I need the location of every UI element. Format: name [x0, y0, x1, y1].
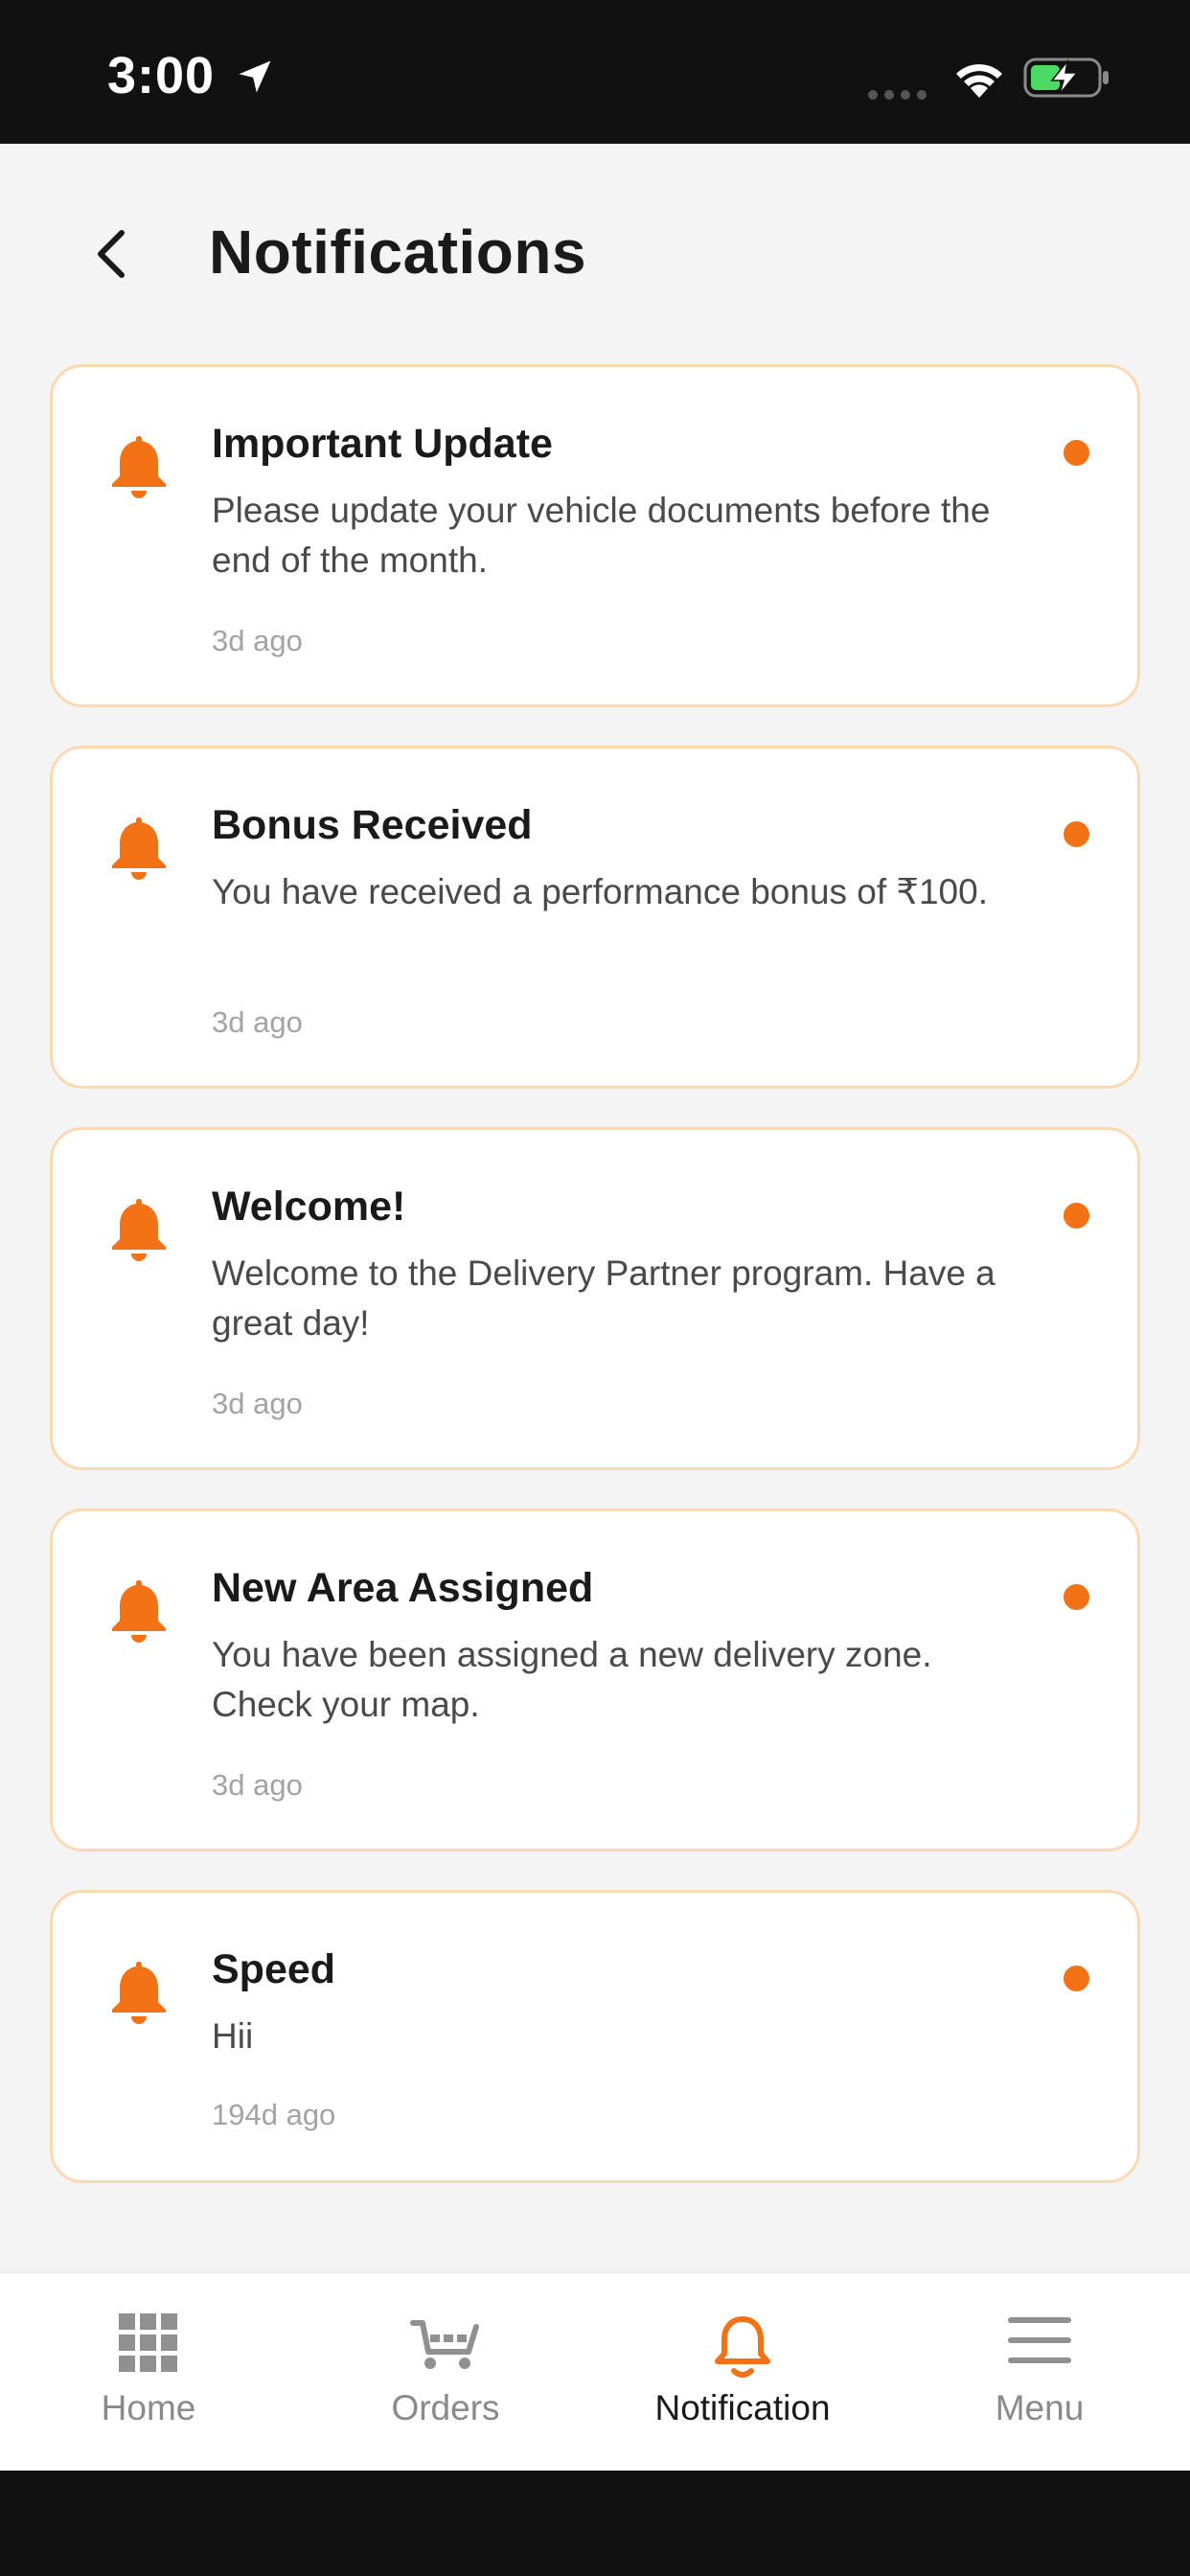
- chevron-left-icon: [98, 230, 125, 278]
- notification-card[interactable]: Speed Hii 194d ago: [50, 1890, 1140, 2183]
- nav-label: Orders: [391, 2388, 500, 2427]
- notification-title: Welcome!: [212, 1184, 406, 1230]
- page-title: Notifications: [209, 218, 587, 287]
- notification-time: 3d ago: [212, 1005, 303, 1039]
- battery-charging-icon: [1023, 56, 1111, 104]
- notification-time: 3d ago: [212, 624, 303, 657]
- status-time: 3:00: [107, 47, 216, 104]
- unread-dot: [1064, 1203, 1089, 1229]
- notification-card[interactable]: Important Update Please update your vehi…: [50, 364, 1140, 707]
- notification-card[interactable]: Welcome! Welcome to the Delivery Partner…: [50, 1127, 1140, 1470]
- notification-card[interactable]: Bonus Received You have received a perfo…: [50, 746, 1140, 1089]
- notification-message: Welcome to the Delivery Partner program.…: [212, 1254, 995, 1343]
- unread-dot: [1064, 1584, 1089, 1610]
- notification-title: New Area Assigned: [212, 1565, 594, 1611]
- bell-icon: [108, 814, 170, 881]
- notification-card[interactable]: New Area Assigned You have been assigned…: [50, 1508, 1140, 1852]
- nav-item-notification[interactable]: Notification: [594, 2273, 891, 2472]
- nav-label: Notification: [654, 2388, 831, 2427]
- notification-time: 3d ago: [212, 1387, 303, 1420]
- cart-icon: [409, 2313, 482, 2378]
- header: Notifications: [0, 144, 1190, 364]
- unread-dot: [1064, 1966, 1089, 1991]
- bell-icon: [108, 1195, 170, 1262]
- notification-message: Hii: [212, 2016, 254, 2056]
- notification-time: 194d ago: [212, 2098, 336, 2131]
- hamburger-menu-icon: [1008, 2313, 1071, 2372]
- notification-message: You have received a performance bonus of…: [212, 872, 988, 911]
- notifications-screen: Notifications Important Update Please up…: [0, 144, 1190, 2471]
- grid-icon: [119, 2313, 178, 2378]
- nav-label: Menu: [995, 2388, 1085, 2427]
- home-indicator-bar: [0, 2471, 1190, 2576]
- notification-message: You have been assigned a new delivery zo…: [212, 1635, 932, 1724]
- bottom-nav: Home Orders Notification Menu: [0, 2271, 1190, 2471]
- bell-icon: [713, 2313, 772, 2387]
- bell-icon: [108, 1958, 170, 2025]
- location-arrow-icon: [234, 56, 276, 103]
- notification-title: Bonus Received: [212, 802, 533, 848]
- bell-icon: [108, 1576, 170, 1644]
- notification-time: 3d ago: [212, 1768, 303, 1802]
- unread-dot: [1064, 440, 1089, 466]
- notification-title: Speed: [212, 1946, 336, 1992]
- nav-label: Home: [101, 2388, 196, 2427]
- status-bar: 3:00: [0, 0, 1190, 144]
- wifi-icon: [950, 56, 1008, 104]
- back-button[interactable]: [79, 220, 146, 288]
- unread-dot: [1064, 821, 1089, 847]
- nav-item-menu[interactable]: Menu: [891, 2273, 1188, 2472]
- bell-icon: [108, 432, 170, 499]
- notification-message: Please update your vehicle documents bef…: [212, 491, 991, 580]
- nav-item-orders[interactable]: Orders: [297, 2273, 594, 2472]
- signal-dots-icon: [867, 88, 930, 105]
- notification-title: Important Update: [212, 421, 553, 467]
- nav-item-home[interactable]: Home: [0, 2273, 297, 2472]
